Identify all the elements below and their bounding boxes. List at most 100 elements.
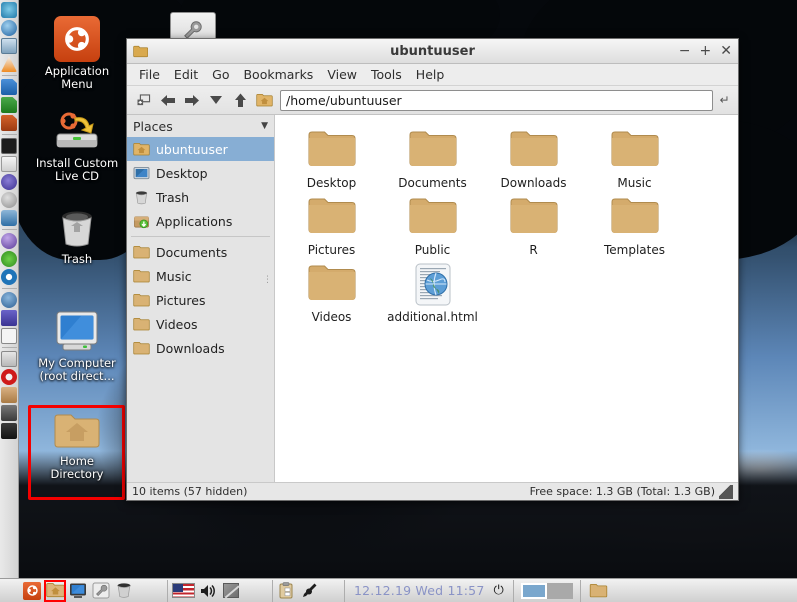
menu-tools[interactable]: Tools: [364, 65, 409, 84]
menu-go[interactable]: Go: [205, 65, 236, 84]
task-button-file-manager[interactable]: [586, 582, 612, 600]
taskbar-tray-secondary[interactable]: [272, 579, 322, 602]
menu-view[interactable]: View: [320, 65, 364, 84]
edge-launcher-panel[interactable]: [0, 0, 19, 578]
sidebar-item-music[interactable]: Music: [127, 264, 274, 288]
file-item[interactable]: R: [483, 192, 584, 259]
desktop-icon-install-custom-live-cd[interactable]: Install Custom Live CD: [30, 110, 124, 183]
workspace-2[interactable]: [546, 582, 573, 599]
desktop-icon: [133, 166, 150, 179]
minimize-button[interactable]: −: [679, 44, 691, 58]
forbidden-icon[interactable]: [1, 369, 17, 385]
taskbar[interactable]: 12.12.19 Wed 11:57 ⏻: [0, 578, 797, 602]
help-circle-icon[interactable]: [1, 292, 17, 308]
history-dropdown-icon[interactable]: [204, 89, 228, 112]
clock[interactable]: 12.12.19 Wed 11:57: [348, 583, 491, 598]
blue-swirl-icon[interactable]: [1, 174, 17, 190]
new-tab-icon[interactable]: [132, 89, 156, 112]
folder-icon: [510, 198, 557, 233]
desktop-icon-my-computer[interactable]: My Computer (root direct...: [30, 310, 124, 383]
desktop-icon-trash[interactable]: Trash: [30, 206, 124, 266]
file-item[interactable]: Pictures: [281, 192, 382, 259]
window-titlebar[interactable]: ubuntuuser − + ✕: [127, 39, 738, 64]
gimp-icon[interactable]: [1, 210, 17, 226]
file-item[interactable]: Public: [382, 192, 483, 259]
sidebar-item-pictures[interactable]: Pictures: [127, 288, 274, 312]
maximize-button[interactable]: +: [700, 44, 712, 58]
taskbar-monitor-icon[interactable]: [68, 581, 88, 601]
display-icon[interactable]: [221, 581, 241, 601]
file-item[interactable]: Music: [584, 125, 685, 192]
taskbar-launchers[interactable]: [0, 579, 137, 602]
file-item[interactable]: Desktop: [281, 125, 382, 192]
workspace-1[interactable]: [520, 582, 547, 599]
sidebar-item-ubuntuuser[interactable]: ubuntuuser: [127, 137, 274, 161]
font-icon[interactable]: [1, 328, 17, 344]
desktop-icon-home-directory[interactable]: Home Directory: [30, 410, 124, 481]
green-molecule-icon[interactable]: [1, 251, 17, 267]
sidebar-item-videos[interactable]: Videos: [127, 312, 274, 336]
menu-edit[interactable]: Edit: [167, 65, 205, 84]
workspace-switcher[interactable]: [512, 579, 580, 602]
purple-sphere-icon[interactable]: [1, 233, 17, 249]
package-download-icon[interactable]: [1, 387, 17, 403]
sidebar-item-documents[interactable]: Documents: [127, 240, 274, 264]
taskbar-wrench-icon[interactable]: [91, 581, 111, 601]
info-icon[interactable]: [1, 310, 17, 326]
file-item[interactable]: Downloads: [483, 125, 584, 192]
path-go-icon[interactable]: ↵: [716, 90, 733, 111]
file-manager-window[interactable]: ubuntuuser − + ✕ File Edit Go Bookmarks …: [126, 38, 739, 501]
first-aid-icon[interactable]: [1, 351, 17, 367]
window-resize-grip[interactable]: [719, 484, 733, 499]
close-button[interactable]: ✕: [720, 44, 732, 58]
menu-help[interactable]: Help: [409, 65, 452, 84]
file-list-view[interactable]: Desktop Documents Downloads Music Pictur…: [275, 115, 738, 482]
terminal-icon[interactable]: [1, 138, 17, 154]
file-item[interactable]: Documents: [382, 125, 483, 192]
magnifier-icon[interactable]: [1, 192, 17, 208]
browser-icon[interactable]: [1, 2, 17, 18]
sidebar-item-trash[interactable]: Trash: [127, 185, 274, 209]
volume-icon[interactable]: [198, 581, 218, 601]
file-item[interactable]: Templates: [584, 192, 685, 259]
taskbar-home-folder-icon[interactable]: [44, 579, 66, 602]
sidebar-item-desktop[interactable]: Desktop: [127, 161, 274, 185]
taskbar-ubuntu-logo-icon[interactable]: [22, 581, 42, 601]
sidebar-item-downloads[interactable]: Downloads: [127, 336, 274, 360]
places-header[interactable]: Places ▼: [127, 115, 274, 137]
path-input[interactable]: /home/ubuntuuser: [280, 89, 713, 111]
menu-bar[interactable]: File Edit Go Bookmarks View Tools Help: [127, 64, 738, 86]
file-item[interactable]: additional.html: [382, 259, 483, 326]
chevron-down-icon[interactable]: ▼: [261, 121, 268, 131]
us-flag-icon[interactable]: [171, 581, 195, 601]
toolbar[interactable]: /home/ubuntuuser ↵: [127, 86, 738, 115]
power-icon[interactable]: ⏻: [494, 583, 510, 598]
impress-slide-icon[interactable]: [1, 115, 17, 131]
pen-icon[interactable]: [299, 581, 319, 601]
sidebar-resize-handle[interactable]: ⋮: [263, 276, 272, 285]
taskbar-clock-area[interactable]: 12.12.19 Wed 11:57 ⏻: [344, 579, 513, 602]
menu-bookmarks[interactable]: Bookmarks: [236, 65, 320, 84]
sync-arrows-icon[interactable]: [1, 269, 17, 285]
up-icon[interactable]: [228, 89, 252, 112]
text-editor-icon[interactable]: [1, 156, 17, 172]
clipboard-icon[interactable]: [276, 581, 296, 601]
forward-icon[interactable]: [180, 89, 204, 112]
audacity-icon[interactable]: [1, 423, 17, 439]
camera-icon[interactable]: [1, 405, 17, 421]
calc-sheet-icon[interactable]: [1, 97, 17, 113]
globe-icon[interactable]: [1, 20, 17, 36]
home-icon[interactable]: [252, 89, 276, 112]
screenshot-icon[interactable]: [1, 38, 17, 54]
back-icon[interactable]: [156, 89, 180, 112]
sidebar[interactable]: Places ▼ ubuntuuser Desktop Trash Applic…: [127, 115, 275, 482]
menu-file[interactable]: File: [132, 65, 167, 84]
file-item[interactable]: Videos: [281, 259, 382, 326]
writer-doc-icon[interactable]: [1, 79, 17, 95]
desktop-icon-application-menu[interactable]: Application Menu: [30, 16, 124, 91]
vlc-cone-icon[interactable]: [1, 56, 17, 72]
task-list[interactable]: [579, 579, 615, 602]
taskbar-trash-icon[interactable]: [114, 581, 134, 601]
taskbar-tray[interactable]: [167, 579, 244, 602]
sidebar-item-applications[interactable]: Applications: [127, 209, 274, 233]
